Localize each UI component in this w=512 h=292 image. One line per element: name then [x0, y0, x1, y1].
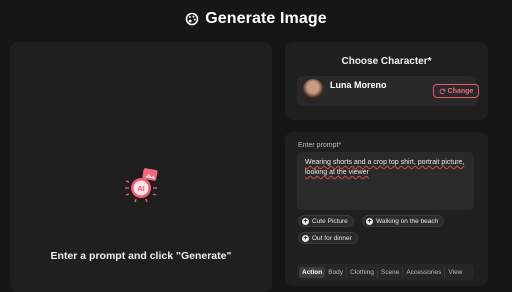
character-name: Luna Moreno [330, 80, 387, 90]
page-header: Generate Image [0, 0, 512, 38]
suggestion-chip[interactable]: + Cute Picture [298, 215, 354, 227]
change-label: Change [447, 87, 474, 95]
tab-accessories[interactable]: Accessories [403, 266, 446, 278]
choose-character-card: Choose Character* Luna Moreno Change [285, 42, 488, 120]
suggestion-label: Walking on the beach [376, 217, 439, 225]
avatar [302, 79, 324, 103]
prompt-text: Wearing shorts and a crop top shirt, por… [305, 159, 465, 176]
prompt-category-tabs: Action Body Clothing Scene Accessories V… [297, 264, 474, 280]
choose-character-title: Choose Character* [341, 56, 432, 67]
selected-character: Luna Moreno Change [297, 76, 479, 106]
tab-body[interactable]: Body [325, 266, 348, 278]
suggestion-chip[interactable]: + Out for dinner [298, 232, 358, 244]
tab-scene[interactable]: Scene [378, 266, 404, 278]
prompt-label: Enter prompt* [298, 142, 342, 149]
ai-image-icon: AI [125, 168, 158, 203]
prompt-input[interactable]: Wearing shorts and a crop top shirt, por… [297, 152, 474, 210]
empty-canvas-message: Enter a prompt and click "Generate" [50, 250, 232, 262]
page-title: Generate Image [205, 10, 327, 27]
suggestion-label: Cute Picture [312, 217, 348, 225]
palette-icon [185, 12, 199, 26]
tab-clothing[interactable]: Clothing [347, 266, 378, 278]
refresh-icon [439, 88, 446, 94]
plus-icon: + [366, 217, 373, 225]
suggestion-chip[interactable]: + Walking on the beach [362, 215, 445, 227]
tab-action[interactable]: Action [299, 266, 326, 278]
ai-badge-text: AI [137, 184, 145, 193]
prompt-card: Enter prompt* Wearing shorts and a crop … [285, 132, 488, 286]
plus-icon: + [302, 217, 309, 225]
suggestion-label: Out for dinner [312, 234, 352, 242]
tab-view[interactable]: View [445, 267, 465, 278]
plus-icon: + [302, 234, 309, 242]
change-character-button[interactable]: Change [433, 84, 479, 98]
